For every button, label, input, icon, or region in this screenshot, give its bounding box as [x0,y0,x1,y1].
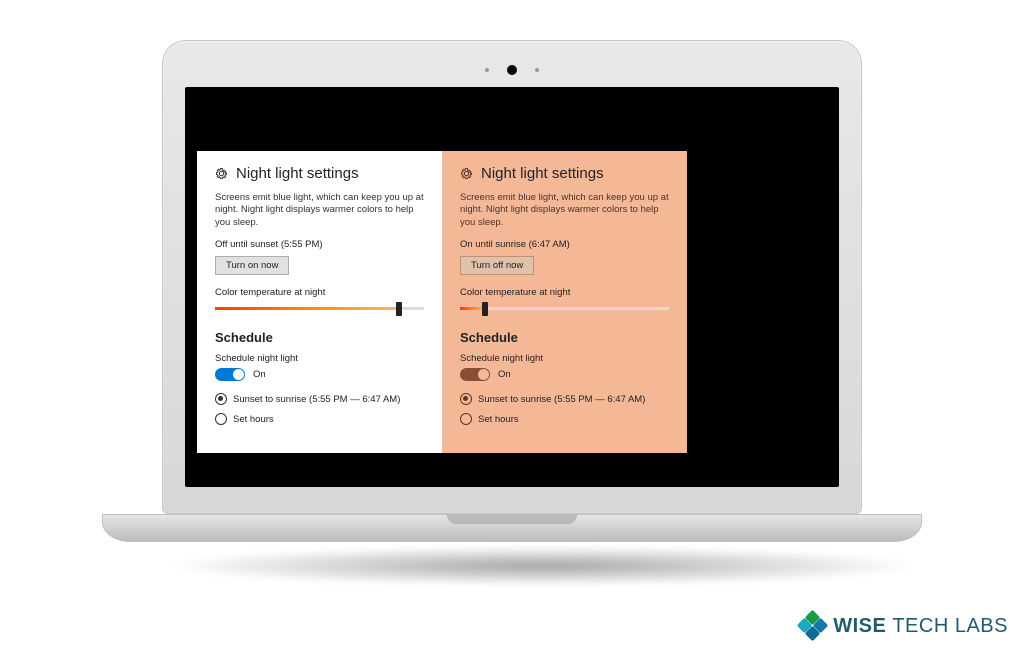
gear-icon [215,167,228,180]
color-temperature-label: Color temperature at night [460,287,669,298]
brand-name-bold: WISE [833,615,886,638]
radio-icon [215,413,227,425]
camera-sensor-dot [485,68,489,72]
schedule-heading: Schedule [215,330,424,345]
camera-sensor-dot [535,68,539,72]
slider-track [460,307,669,310]
radio-icon [460,393,472,405]
laptop-screen: Night light settings Screens emit blue l… [185,87,839,487]
slider-thumb[interactable] [482,302,488,316]
schedule-toggle-row: On [460,368,669,381]
brand-watermark: WISE TECH LABS [799,612,1008,640]
schedule-heading: Schedule [460,330,669,345]
laptop-lid: Night light settings Screens emit blue l… [162,40,862,514]
schedule-toggle-row: On [215,368,424,381]
radio-label: Set hours [478,414,519,425]
description-text: Screens emit blue light, which can keep … [215,192,424,229]
description-text: Screens emit blue light, which can keep … [460,192,669,229]
radio-sunset-to-sunrise[interactable]: Sunset to sunrise (5:55 PM — 6:47 AM) [460,393,669,405]
night-light-panel-off: Night light settings Screens emit blue l… [197,151,442,453]
camera-lens [507,65,517,75]
schedule-toggle[interactable] [460,368,490,381]
brand-logo-icon [799,612,827,640]
turn-off-now-button[interactable]: Turn off now [460,256,534,275]
color-temperature-slider[interactable] [215,302,424,316]
radio-label: Sunset to sunrise (5:55 PM — 6:47 AM) [233,394,400,405]
laptop-shadow [162,546,922,586]
laptop-base [102,514,922,542]
slider-thumb[interactable] [396,302,402,316]
slider-fill [215,307,399,310]
color-temperature-slider[interactable] [460,302,669,316]
settings-panels: Night light settings Screens emit blue l… [197,151,687,453]
schedule-toggle-label: Schedule night light [460,353,669,364]
status-text: Off until sunset (5:55 PM) [215,239,424,250]
toggle-state-text: On [498,369,511,380]
night-light-panel-on: Night light settings Screens emit blue l… [442,151,687,453]
page-title: Night light settings [236,165,359,182]
radio-icon [215,393,227,405]
schedule-toggle-label: Schedule night light [215,353,424,364]
radio-label: Sunset to sunrise (5:55 PM — 6:47 AM) [478,394,645,405]
page-title: Night light settings [481,165,604,182]
camera-row [185,63,839,77]
turn-on-now-button[interactable]: Turn on now [215,256,289,275]
radio-set-hours[interactable]: Set hours [460,413,669,425]
brand-name-thin: TECH LABS [892,615,1008,638]
toggle-state-text: On [253,369,266,380]
radio-label: Set hours [233,414,274,425]
schedule-toggle[interactable] [215,368,245,381]
status-text: On until sunrise (6:47 AM) [460,239,669,250]
panel-title-row: Night light settings [460,165,669,182]
radio-sunset-to-sunrise[interactable]: Sunset to sunrise (5:55 PM — 6:47 AM) [215,393,424,405]
laptop-mockup: Night light settings Screens emit blue l… [162,40,862,586]
color-temperature-label: Color temperature at night [215,287,424,298]
radio-set-hours[interactable]: Set hours [215,413,424,425]
panel-title-row: Night light settings [215,165,424,182]
radio-icon [460,413,472,425]
gear-icon [460,167,473,180]
